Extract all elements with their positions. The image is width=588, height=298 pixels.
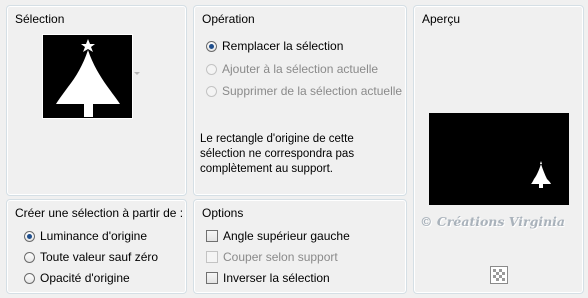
radio-label: Opacité d'origine: [40, 271, 130, 285]
christmas-tree-icon: [43, 35, 132, 118]
checkbox-crop-to-canvas[interactable]: Couper selon support: [206, 249, 338, 265]
radio-label: Ajouter à la sélection actuelle: [222, 62, 379, 76]
checkbox-icon[interactable]: [206, 230, 218, 242]
radio-button-checked-icon[interactable]: [24, 230, 35, 242]
radio-source-opacity[interactable]: Opacité d'origine: [24, 270, 130, 286]
radio-label: Toute valeur sauf zéro: [40, 250, 159, 264]
radio-source-luminance[interactable]: Luminance d'origine: [24, 228, 147, 244]
preview-title: Aperçu: [422, 12, 461, 26]
preview-panel: Aperçu © Créations Virginia: [413, 5, 584, 294]
radio-button-icon[interactable]: [24, 251, 35, 263]
radio-label: Supprimer de la sélection actuelle: [222, 84, 403, 98]
radio-button-icon[interactable]: [24, 272, 35, 284]
checkbox-icon[interactable]: [206, 251, 218, 263]
checkbox-label: Couper selon support: [223, 250, 338, 264]
create-from-title: Créer une sélection à partir de :: [15, 206, 184, 220]
checkbox-label: Angle supérieur gauche: [223, 229, 350, 243]
radio-button-icon[interactable]: [206, 85, 217, 97]
preview-canvas: [429, 113, 569, 205]
radio-remove-from-selection[interactable]: Supprimer de la sélection actuelle: [206, 83, 402, 99]
checkbox-label: Inverser la sélection: [223, 271, 330, 285]
radio-button-checked-icon[interactable]: [206, 40, 217, 52]
radio-add-to-selection[interactable]: Ajouter à la sélection actuelle: [206, 61, 378, 77]
create-from-panel: Créer une sélection à partir de : Lumina…: [6, 199, 187, 294]
radio-label: Luminance d'origine: [40, 229, 148, 243]
options-title: Options: [202, 206, 244, 220]
selection-panel: Sélection: [6, 5, 187, 196]
note-line: sélection ne correspondra pas: [200, 148, 355, 160]
preview-tree-icon: [429, 113, 569, 205]
options-panel: Options Angle supérieur gauche Couper se…: [193, 199, 407, 294]
checkbox-top-left-corner[interactable]: Angle supérieur gauche: [206, 228, 350, 244]
thumbnail-dropdown-arrow-icon[interactable]: [134, 72, 140, 75]
radio-button-icon[interactable]: [206, 63, 217, 75]
checkbox-invert-selection[interactable]: Inverser la sélection: [206, 270, 330, 286]
operation-title: Opération: [202, 12, 255, 26]
radio-replace-selection[interactable]: Remplacer la sélection: [206, 38, 343, 54]
selection-title: Sélection: [15, 12, 65, 26]
radio-any-nonzero-value[interactable]: Toute valeur sauf zéro: [24, 249, 158, 265]
note-line: Le rectangle d'origine de cette: [200, 133, 354, 145]
note-line: complètement au support.: [200, 163, 333, 175]
watermark-text: © Créations Virginia: [420, 214, 566, 229]
checkbox-icon[interactable]: [206, 272, 218, 284]
selection-thumbnail[interactable]: [42, 34, 133, 119]
radio-label: Remplacer la sélection: [222, 39, 344, 53]
checkerboard-icon: [491, 267, 507, 283]
operation-panel: Opération Remplacer la sélection Ajouter…: [193, 5, 407, 196]
checkerboard-toggle-button[interactable]: [490, 266, 508, 284]
operation-note: Le rectangle d'origine de cette sélectio…: [200, 132, 390, 177]
